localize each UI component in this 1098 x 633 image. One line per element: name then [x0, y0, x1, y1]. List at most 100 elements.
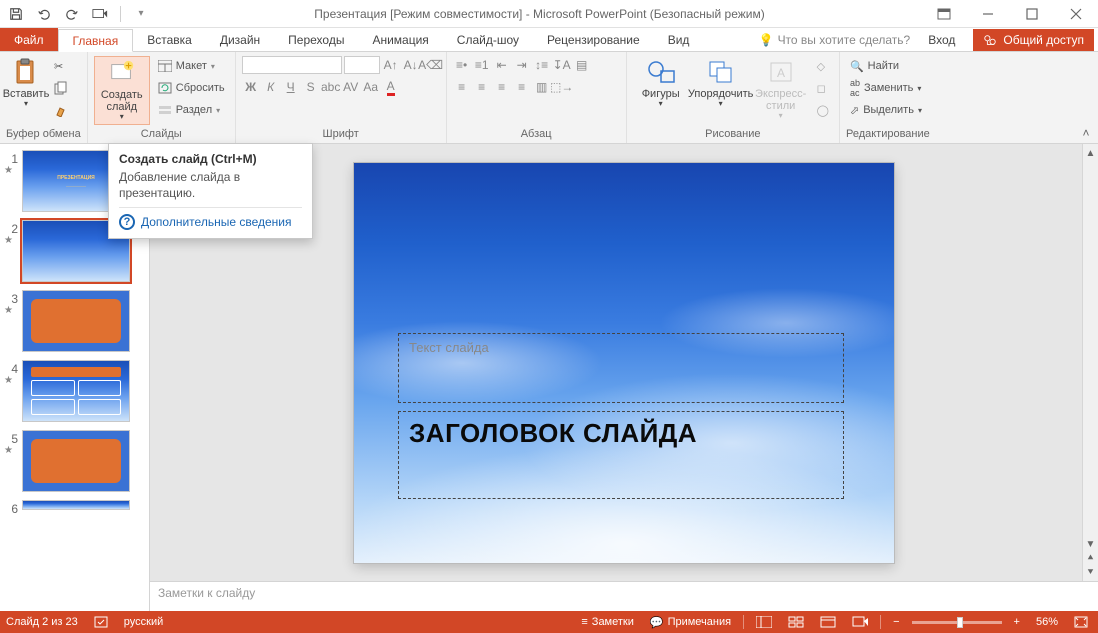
columns-icon[interactable]: ▥ [533, 78, 551, 96]
undo-icon[interactable] [34, 4, 54, 24]
spellcheck-icon[interactable] [90, 612, 112, 632]
shape-outline-button[interactable]: ◻ [813, 78, 833, 98]
shadow-icon[interactable]: abc [322, 78, 340, 96]
bullets-icon[interactable]: ≡• [453, 56, 471, 74]
sign-in-link[interactable]: Вход [918, 33, 965, 47]
align-left-icon[interactable]: ≡ [453, 78, 471, 96]
underline-icon[interactable]: Ч [282, 78, 300, 96]
decrease-indent-icon[interactable]: ⇤ [493, 56, 511, 74]
notes-toggle[interactable]: ≡ Заметки [577, 612, 638, 632]
slide-sorter-view-icon[interactable] [784, 612, 808, 632]
slide-canvas[interactable]: Текст слайда ЗАГОЛОВОК СЛАЙДА [354, 163, 894, 563]
char-spacing-icon[interactable]: AV [342, 78, 360, 96]
slide-thumb[interactable] [22, 290, 130, 352]
thumbnail-5[interactable]: 5★ [4, 430, 145, 492]
change-case-icon[interactable]: Aa [362, 78, 380, 96]
slide-thumb[interactable] [22, 430, 130, 492]
thumbnail-4[interactable]: 4★ [4, 360, 145, 422]
subtitle-placeholder[interactable]: Текст слайда [398, 333, 844, 403]
prev-slide-icon[interactable]: ⯅ [1084, 551, 1098, 565]
scroll-down-icon[interactable]: ▼ [1084, 537, 1098, 551]
tab-home[interactable]: Главная [58, 29, 134, 52]
vertical-scrollbar[interactable]: ▲ ▼ ⯅ ⯆ [1082, 144, 1098, 581]
cut-button[interactable]: ✂ [50, 56, 72, 76]
line-spacing-icon[interactable]: ↕≡ [533, 56, 551, 74]
zoom-slider[interactable] [912, 621, 1002, 624]
select-button[interactable]: ⬀Выделить ▾ [846, 100, 926, 120]
reading-view-icon[interactable] [816, 612, 840, 632]
paste-button[interactable]: Вставить▾ [6, 56, 46, 111]
tab-slideshow[interactable]: Слайд-шоу [443, 28, 533, 51]
thumbnail-3[interactable]: 3★ [4, 290, 145, 352]
slide-thumb[interactable] [22, 360, 130, 422]
maximize-button[interactable] [1010, 0, 1054, 28]
increase-font-icon[interactable]: A↑ [382, 56, 400, 74]
qat-customize-icon[interactable]: ▾ [131, 4, 151, 24]
zoom-in-button[interactable]: + [1010, 612, 1024, 632]
fit-to-window-icon[interactable] [1070, 612, 1092, 632]
thumbnail-6[interactable]: 6 [4, 500, 145, 516]
align-right-icon[interactable]: ≡ [493, 78, 511, 96]
tab-view[interactable]: Вид [654, 28, 704, 51]
section-button[interactable]: Раздел ▾ [154, 100, 229, 120]
normal-view-icon[interactable] [752, 612, 776, 632]
ribbon-display-options-icon[interactable] [922, 0, 966, 28]
comments-toggle[interactable]: 💬 Примечания [646, 612, 735, 632]
shapes-button[interactable]: Фигуры▾ [633, 56, 689, 111]
justify-icon[interactable]: ≡ [513, 78, 531, 96]
start-from-beginning-icon[interactable] [90, 4, 110, 24]
layout-button[interactable]: Макет ▾ [154, 56, 229, 76]
tab-animation[interactable]: Анимация [358, 28, 442, 51]
tab-design[interactable]: Дизайн [206, 28, 274, 51]
copy-button[interactable] [50, 78, 72, 98]
convert-smartart-icon[interactable]: ⬚→ [553, 78, 571, 96]
text-direction-icon[interactable]: ↧A [553, 56, 571, 74]
slide-thumb[interactable] [22, 500, 130, 510]
zoom-percent[interactable]: 56% [1032, 612, 1062, 632]
quick-styles-button[interactable]: A Экспресс-стили▾ [753, 56, 809, 123]
close-button[interactable] [1054, 0, 1098, 28]
slideshow-view-icon[interactable] [848, 612, 872, 632]
redo-icon[interactable] [62, 4, 82, 24]
share-button[interactable]: Общий доступ [973, 29, 1094, 51]
quick-access-toolbar: ▾ [0, 4, 157, 24]
shape-effects-button[interactable]: ◯ [813, 100, 833, 120]
format-painter-button[interactable] [50, 100, 72, 120]
tab-review[interactable]: Рецензирование [533, 28, 654, 51]
strikethrough-icon[interactable]: S [302, 78, 320, 96]
notes-pane[interactable]: Заметки к слайду [150, 581, 1098, 611]
align-center-icon[interactable]: ≡ [473, 78, 491, 96]
tab-transitions[interactable]: Переходы [274, 28, 358, 51]
minimize-button[interactable] [966, 0, 1010, 28]
next-slide-icon[interactable]: ⯆ [1084, 565, 1098, 579]
decrease-font-icon[interactable]: A↓ [402, 56, 420, 74]
replace-button[interactable]: abacЗаменить ▾ [846, 78, 926, 98]
group-font: A↑ A↓ A⌫ Ж К Ч S abc AV Aa A Шрифт [236, 52, 447, 143]
clear-formatting-icon[interactable]: A⌫ [422, 56, 440, 74]
increase-indent-icon[interactable]: ⇥ [513, 56, 531, 74]
tab-file[interactable]: Файл [0, 28, 58, 51]
new-slide-button[interactable]: Создать слайд▾ [94, 56, 150, 125]
zoom-out-button[interactable]: − [889, 612, 903, 632]
bold-icon[interactable]: Ж [242, 78, 260, 96]
font-family-combo[interactable] [242, 56, 342, 74]
save-icon[interactable] [6, 4, 26, 24]
reset-button[interactable]: Сбросить [154, 78, 229, 98]
font-color-icon[interactable]: A [382, 78, 400, 96]
title-placeholder[interactable]: ЗАГОЛОВОК СЛАЙДА [398, 411, 844, 499]
numbering-icon[interactable]: ≡1 [473, 56, 491, 74]
scroll-up-icon[interactable]: ▲ [1084, 146, 1098, 160]
font-size-combo[interactable] [344, 56, 380, 74]
arrange-button[interactable]: Упорядочить▾ [693, 56, 749, 111]
ribbon-tabs: Файл Главная Вставка Дизайн Переходы Ани… [0, 28, 1098, 52]
tab-insert[interactable]: Вставка [133, 28, 206, 51]
tell-me-search[interactable]: 💡 Что вы хотите сделать? [759, 33, 911, 47]
shape-fill-button[interactable]: ◇ [813, 56, 833, 76]
collapse-ribbon-icon[interactable]: ˄ [1078, 125, 1094, 141]
align-text-vert-icon[interactable]: ▤ [573, 56, 591, 74]
language-indicator[interactable]: русский [124, 616, 163, 628]
tooltip-help-link[interactable]: ? Дополнительные сведения [119, 207, 302, 230]
find-button[interactable]: 🔍Найти [846, 56, 926, 76]
slide-counter[interactable]: Слайд 2 из 23 [6, 616, 78, 628]
italic-icon[interactable]: К [262, 78, 280, 96]
